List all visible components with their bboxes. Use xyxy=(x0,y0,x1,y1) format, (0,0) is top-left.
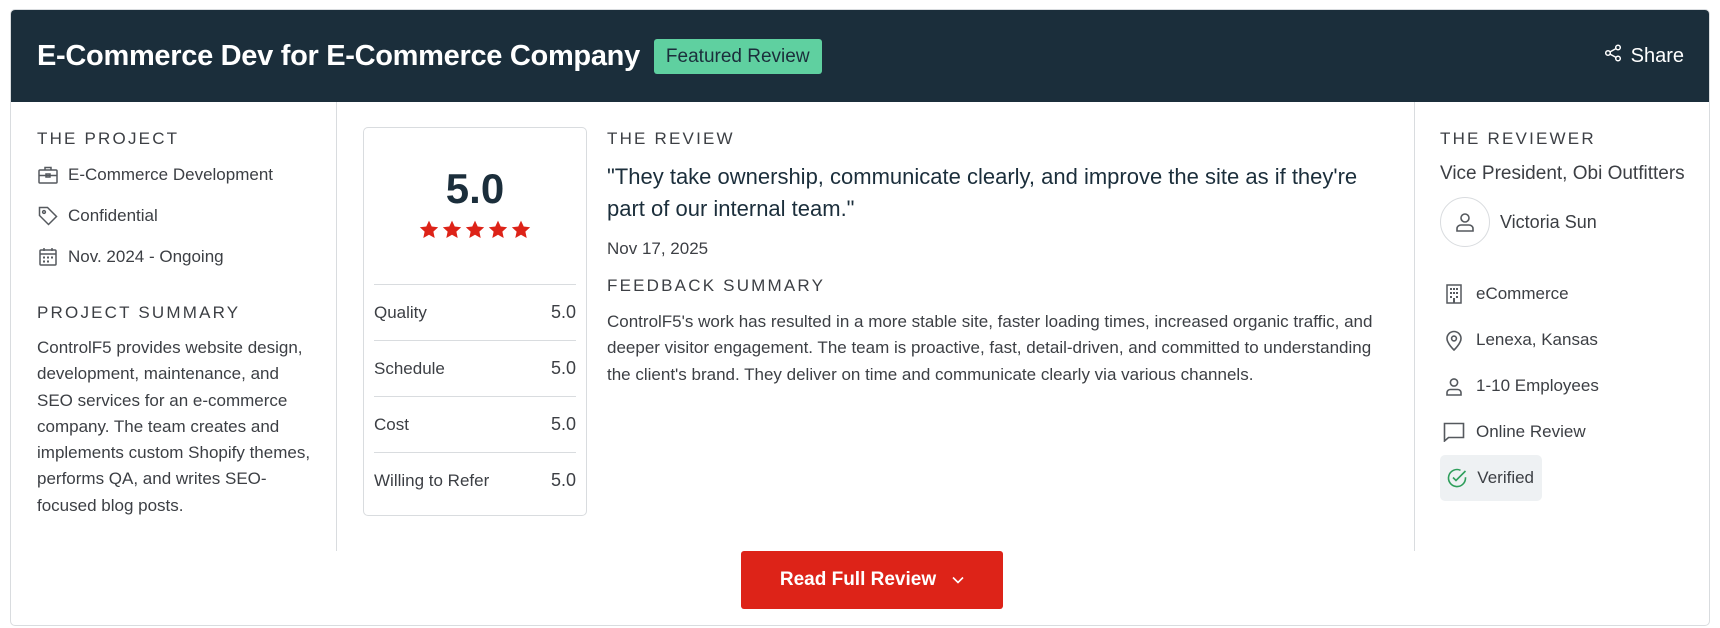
share-button[interactable]: Share xyxy=(1604,10,1684,102)
star-icon xyxy=(465,220,485,239)
featured-badge: Featured Review xyxy=(653,38,822,74)
reviewer-name: Victoria Sun xyxy=(1500,211,1597,232)
project-heading: THE PROJECT xyxy=(37,129,180,148)
rating-row: Willing to Refer 5.0 xyxy=(374,452,576,508)
reviewer-details: eCommerce Lenexa, Kansas 1-10 Employees xyxy=(1440,271,1701,501)
project-column: THE PROJECT E-Commerce Development Confi… xyxy=(11,102,337,551)
project-service: E-Commerce Development xyxy=(37,154,312,195)
building-icon xyxy=(1440,282,1468,306)
rating-label: Cost xyxy=(374,414,409,434)
review-heading: THE REVIEW xyxy=(607,129,735,148)
project-dates-label: Nov. 2024 - Ongoing xyxy=(68,246,224,266)
rating-row: Quality 5.0 xyxy=(374,284,576,340)
rating-value: 5.0 xyxy=(550,302,576,322)
tag-icon xyxy=(37,205,59,227)
person-icon xyxy=(1440,374,1468,398)
reviewer-industry-label: eCommerce xyxy=(1476,284,1569,303)
rating-label: Willing to Refer xyxy=(374,470,490,490)
share-icon xyxy=(1604,44,1631,68)
read-full-review-button[interactable]: Read Full Review xyxy=(741,551,1003,609)
star-icon xyxy=(488,220,508,239)
rating-label: Quality xyxy=(374,302,427,322)
star-icon xyxy=(442,220,462,239)
review-quote: "They take ownership, communicate clearl… xyxy=(607,164,1358,221)
feedback-heading: FEEDBACK SUMMARY xyxy=(607,276,826,295)
read-full-review-label: Read Full Review xyxy=(779,569,937,590)
reviewer-size-label: 1-10 Employees xyxy=(1476,376,1599,395)
avatar xyxy=(1440,197,1490,247)
location-pin-icon xyxy=(1440,328,1468,352)
verified-badge: Verified xyxy=(1440,455,1542,501)
review-card: E-Commerce Dev for E-Commerce Company Fe… xyxy=(10,9,1710,626)
rating-value: 5.0 xyxy=(550,414,576,434)
calendar-icon xyxy=(37,246,59,268)
rating-value: 5.0 xyxy=(550,358,576,378)
review-column: 5.0 Quality 5.0 Schedule 5.0 Cost 5.0 Willing … xyxy=(338,102,1414,551)
star-icon xyxy=(419,220,439,239)
review-header: E-Commerce Dev for E-Commerce Company Fe… xyxy=(11,10,1709,102)
rating-row: Schedule 5.0 xyxy=(374,340,576,396)
feedback-text: ControlF5's work has resulted in a more … xyxy=(607,312,1373,384)
project-budget: Confidential xyxy=(37,195,312,236)
verified-label: Verified xyxy=(1477,468,1534,487)
rating-box: 5.0 Quality 5.0 Schedule 5.0 Cost 5.0 Willing … xyxy=(363,127,587,516)
comment-icon xyxy=(1440,420,1468,444)
reviewer-location-label: Lenexa, Kansas xyxy=(1476,330,1598,349)
project-service-label: E-Commerce Development xyxy=(68,164,274,184)
reviewer-column: THE REVIEWER Vice President, Obi Outfitt… xyxy=(1414,102,1709,551)
reviewer-review-type-label: Online Review xyxy=(1476,422,1586,441)
reviewer-company-size: 1-10 Employees xyxy=(1440,363,1701,409)
rating-row: Cost 5.0 xyxy=(374,396,576,452)
reviewer-industry: eCommerce xyxy=(1440,271,1701,317)
rating-breakdown: Quality 5.0 Schedule 5.0 Cost 5.0 Willing to R… xyxy=(374,284,576,508)
check-circle-icon xyxy=(1444,466,1469,490)
overall-score: 5.0 xyxy=(445,165,505,212)
project-dates: Nov. 2024 - Ongoing xyxy=(37,236,312,277)
reviewer-heading: THE REVIEWER xyxy=(1440,129,1596,148)
rating-value: 5.0 xyxy=(550,470,576,490)
project-summary-heading: PROJECT SUMMARY xyxy=(37,303,241,322)
reviewer-title: Vice President, Obi Outfitters xyxy=(1440,163,1685,184)
rating-label: Schedule xyxy=(374,358,445,378)
review-date: Nov 17, 2025 xyxy=(607,239,709,258)
reviewer-location: Lenexa, Kansas xyxy=(1440,317,1701,363)
chevron-down-icon xyxy=(952,576,964,584)
review-title: E-Commerce Dev for E-Commerce Company xyxy=(37,39,640,72)
briefcase-icon xyxy=(37,164,59,186)
user-icon xyxy=(1456,213,1474,232)
share-label: Share xyxy=(1630,44,1684,67)
reviewer-person: Victoria Sun xyxy=(1440,197,1701,247)
star-icon xyxy=(511,220,531,239)
reviewer-review-type: Online Review xyxy=(1440,409,1701,455)
project-summary-text: ControlF5 provides website design, devel… xyxy=(37,338,311,515)
project-budget-label: Confidential xyxy=(68,205,158,225)
star-rating xyxy=(374,220,576,239)
review-content: THE REVIEW "They take ownership, communi… xyxy=(607,127,1387,388)
